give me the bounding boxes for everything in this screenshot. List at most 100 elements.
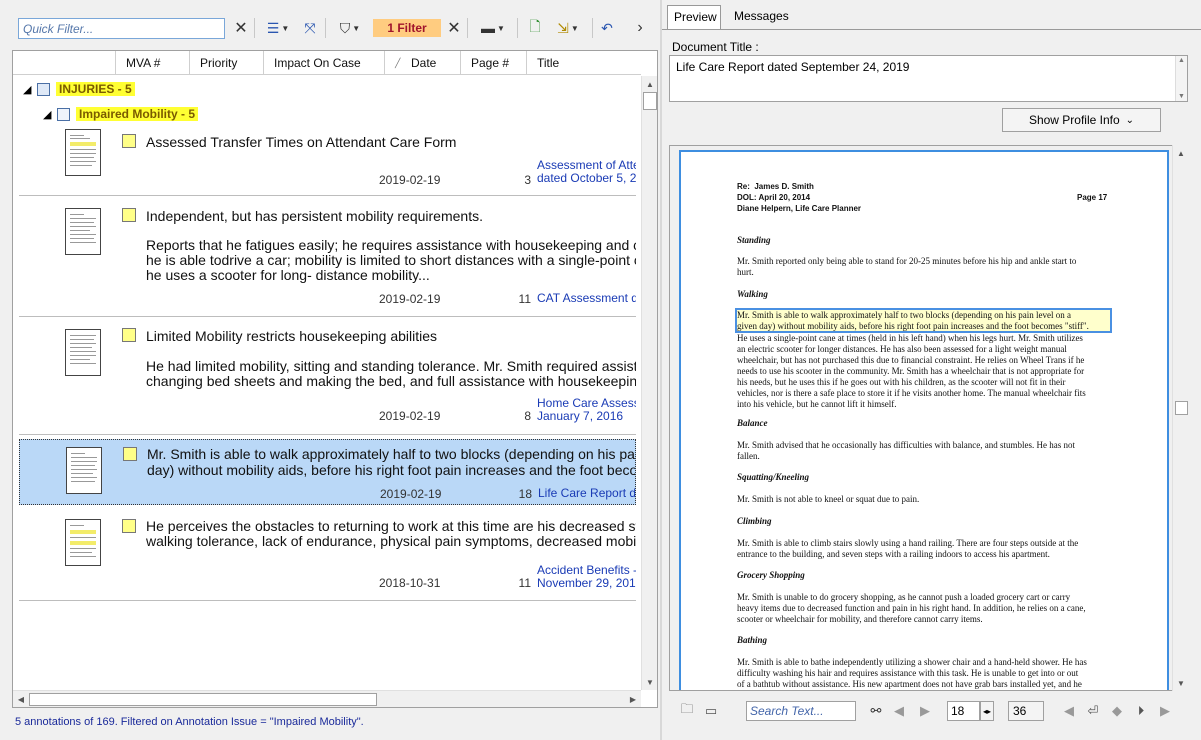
chevron-down-icon: ▼ xyxy=(497,23,505,33)
note-color-swatch xyxy=(122,208,136,222)
group-label: Impaired Mobility - 5 xyxy=(76,107,199,121)
item-date: 2019-02-19 xyxy=(380,487,442,501)
diamond-icon: ◆ xyxy=(1112,703,1122,718)
scroll-thumb[interactable] xyxy=(1175,401,1188,415)
page-header-left: Re: James D. Smith DOL: April 20, 2014 D… xyxy=(737,182,862,213)
document-thumbnail[interactable] xyxy=(65,129,101,176)
scroll-up-icon[interactable]: ▲ xyxy=(642,76,658,92)
item-document-link[interactable]: Home Care Assessn January 7, 2016 xyxy=(537,397,636,423)
column-priority[interactable]: Priority xyxy=(190,51,264,75)
next-result-button[interactable]: ▶ xyxy=(916,701,934,721)
document-preview[interactable]: Re: James D. Smith DOL: April 20, 2014 D… xyxy=(669,145,1181,691)
document-thumbnail[interactable] xyxy=(65,519,101,566)
item-body: walking tolerance, lack of endurance, ph… xyxy=(146,534,636,549)
item-document-link[interactable]: Assessment of Atter dated October 5, 20 xyxy=(537,159,636,185)
toolbar-separator xyxy=(467,18,468,38)
scroll-right-icon[interactable]: ▶ xyxy=(625,691,641,707)
tab-preview[interactable]: Preview xyxy=(667,5,721,29)
list-item[interactable]: Assessed Transfer Times on Attendant Car… xyxy=(19,121,636,196)
previous-result-button[interactable]: ◀ xyxy=(890,701,908,721)
clear-filter-button[interactable]: ✕ xyxy=(232,17,250,39)
collapse-all-button[interactable]: ⤧ xyxy=(300,17,320,39)
first-page-button[interactable]: ◀ xyxy=(1060,701,1078,721)
folder-icon: ▬ xyxy=(481,20,496,36)
remove-filter-button[interactable]: ✕ xyxy=(445,17,463,39)
undo-button[interactable]: ↶ xyxy=(598,17,616,39)
highlighted-text: Mr. Smith is able to walk approximately … xyxy=(737,310,1089,331)
previous-icon: ◀ xyxy=(894,703,904,718)
item-date: 2018-10-31 xyxy=(379,576,441,590)
last-page-button[interactable]: ▶ xyxy=(1156,701,1174,721)
note-color-swatch xyxy=(123,447,137,461)
document-title-field[interactable]: Life Care Report dated September 24, 201… xyxy=(669,55,1188,102)
undo-icon: ↶ xyxy=(601,19,613,36)
page-spinner[interactable]: ◂▸ xyxy=(980,701,994,721)
open-folder-button[interactable]: 🗀 xyxy=(678,701,696,721)
column-page[interactable]: Page # xyxy=(461,51,527,75)
column-title[interactable]: Title xyxy=(527,51,641,75)
section-heading: Climbing xyxy=(737,516,772,526)
list-item[interactable]: Limited Mobility restricts housekeeping … xyxy=(19,317,636,435)
group-label: INJURIES - 5 xyxy=(56,82,135,96)
title-scrollbar[interactable]: ▲ ▼ xyxy=(1175,56,1187,101)
document-thumbnail[interactable] xyxy=(66,447,102,494)
column-select[interactable] xyxy=(13,51,116,75)
annotations-pane: ✕ ☰▼ ⤧ ⛉▼ 1 Filter ✕ ▬▼ 🗋 ⇲▼ ↶ › MVA # P… xyxy=(0,0,660,740)
show-profile-info-button[interactable]: Show Profile Info ⌄ xyxy=(1002,108,1161,132)
scroll-thumb[interactable] xyxy=(29,693,377,706)
list-horizontal-scrollbar[interactable]: ◀ ▶ xyxy=(13,690,641,707)
list-vertical-scrollbar[interactable]: ▲ ▼ xyxy=(641,76,657,690)
search-text-input[interactable] xyxy=(746,701,856,721)
item-title: Independent, but has persistent mobility… xyxy=(146,208,483,224)
close-icon: ✕ xyxy=(447,20,461,37)
previous-page-icon: ⏎ xyxy=(1087,703,1099,718)
column-impact[interactable]: Impact On Case xyxy=(264,51,385,75)
bookmark-button[interactable]: ◆ xyxy=(1108,701,1126,721)
find-button[interactable]: ⚯ xyxy=(866,701,886,721)
column-mva[interactable]: MVA # xyxy=(116,51,190,75)
next-page-button[interactable]: ⏵ xyxy=(1132,701,1150,721)
scroll-down-icon[interactable]: ▼ xyxy=(1178,93,1185,100)
column-date[interactable]: ╱ Date xyxy=(385,51,461,75)
preview-vertical-scrollbar[interactable]: ▲ ▼ xyxy=(1172,145,1189,691)
item-date: 2019-02-19 xyxy=(379,409,441,423)
document-thumbnail[interactable] xyxy=(65,208,101,255)
item-title: Assessed Transfer Times on Attendant Car… xyxy=(146,134,457,150)
document-title-value: Life Care Report dated September 24, 201… xyxy=(676,60,910,74)
scroll-down-icon[interactable]: ▼ xyxy=(1173,675,1189,691)
add-document-button[interactable]: 🗋 xyxy=(525,17,545,39)
item-document-link[interactable]: Accident Benefits - I November 29, 2014 xyxy=(537,564,636,590)
scroll-up-icon[interactable]: ▲ xyxy=(1178,57,1185,64)
item-document-link[interactable]: CAT Assessment da xyxy=(537,292,636,305)
section-text: Mr. Smith is able to bathe independently… xyxy=(737,657,1087,689)
group-injuries[interactable]: ◢ INJURIES - 5 xyxy=(23,79,135,99)
scroll-thumb[interactable] xyxy=(643,92,657,110)
document-thumbnail[interactable] xyxy=(65,329,101,376)
scroll-up-icon[interactable]: ▲ xyxy=(1173,145,1189,161)
folder-button[interactable]: ▬ ▼ xyxy=(474,17,512,39)
more-tools-button[interactable]: › xyxy=(632,17,648,39)
list-item[interactable]: Independent, but has persistent mobility… xyxy=(19,196,636,317)
import-button[interactable]: ⇲ ▼ xyxy=(549,17,587,39)
filter-count-badge[interactable]: 1 Filter xyxy=(373,19,441,37)
scroll-down-icon[interactable]: ▼ xyxy=(642,674,658,690)
expanded-triangle-icon[interactable]: ◢ xyxy=(23,83,37,96)
window-button[interactable]: ▭ xyxy=(702,701,720,721)
chevron-down-icon: ▼ xyxy=(570,23,579,33)
previous-page-button[interactable]: ⏎ xyxy=(1084,701,1102,721)
item-document-link[interactable]: Life Care Report da xyxy=(538,487,635,500)
tab-messages[interactable]: Messages xyxy=(728,5,792,29)
list-item[interactable]: He perceives the obstacles to returning … xyxy=(19,509,636,601)
view-list-button[interactable]: ☰ ▼ xyxy=(260,17,296,39)
scroll-left-icon[interactable]: ◀ xyxy=(13,691,29,707)
item-page: 3 xyxy=(524,173,531,187)
list-item-selected[interactable]: Mr. Smith is able to walk approximately … xyxy=(19,439,636,505)
column-header: MVA # Priority Impact On Case ╱ Date Pag… xyxy=(13,51,641,75)
issue-icon xyxy=(57,107,70,121)
expanded-triangle-icon[interactable]: ◢ xyxy=(43,108,57,121)
list-icon: ☰ xyxy=(266,19,280,36)
page-number-input[interactable]: 18 xyxy=(947,701,980,721)
section-heading: Walking xyxy=(737,289,768,299)
quick-filter-input[interactable] xyxy=(18,18,225,39)
filter-button[interactable]: ⛉ ▼ xyxy=(331,17,369,39)
